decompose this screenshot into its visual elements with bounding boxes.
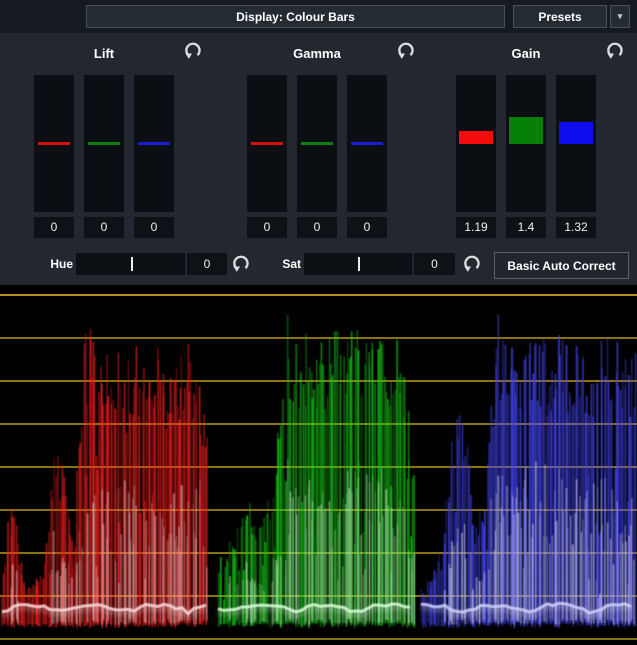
gamma-green-value[interactable]: 0 (297, 217, 337, 238)
section-lift: Lift 0 0 0 (0, 33, 212, 245)
section-title: Gamma (213, 46, 421, 61)
waveform-svg (0, 285, 637, 645)
reset-icon (396, 41, 416, 61)
slider-position-marker (131, 257, 133, 271)
slider-handle[interactable] (138, 142, 170, 145)
gamma-blue-value[interactable]: 0 (347, 217, 387, 238)
section-title: Lift (0, 46, 208, 61)
slider-handle[interactable] (251, 142, 283, 145)
gamma-blue-slider[interactable] (347, 75, 387, 212)
lift-reset-button[interactable] (182, 41, 204, 63)
sat-value[interactable]: 0 (414, 253, 455, 275)
gain-reset-button[interactable] (604, 41, 626, 63)
colour-correction-panel: Display: Colour Bars Presets ▾ Lift 0 0 … (0, 0, 637, 645)
reset-icon (231, 254, 251, 274)
hue-slider[interactable] (76, 253, 185, 275)
hue-value[interactable]: 0 (187, 253, 227, 275)
gain-red-value[interactable]: 1.19 (456, 217, 496, 238)
hue-label: Hue (28, 253, 73, 275)
slider-handle[interactable] (509, 117, 543, 144)
section-gain: Gain 1.19 1.4 1.32 (422, 33, 634, 245)
gain-green-value[interactable]: 1.4 (506, 217, 546, 238)
slider-handle[interactable] (559, 122, 593, 144)
gain-red-slider[interactable] (456, 75, 496, 212)
sat-reset-button[interactable] (461, 254, 483, 276)
slider-handle[interactable] (88, 142, 120, 145)
lift-red-slider[interactable] (34, 75, 74, 212)
lift-blue-slider[interactable] (134, 75, 174, 212)
display-mode-button[interactable]: Display: Colour Bars (86, 5, 505, 28)
reset-icon (462, 254, 482, 274)
sat-label: Sat (256, 253, 301, 275)
gamma-green-slider[interactable] (297, 75, 337, 212)
lift-blue-value[interactable]: 0 (134, 217, 174, 238)
sat-slider[interactable] (304, 253, 412, 275)
gain-blue-value[interactable]: 1.32 (556, 217, 596, 238)
hue-reset-button[interactable] (230, 254, 252, 276)
reset-icon (605, 41, 625, 61)
slider-handle[interactable] (459, 131, 493, 144)
gamma-reset-button[interactable] (395, 41, 417, 63)
reset-icon (183, 41, 203, 61)
section-title: Gain (422, 46, 630, 61)
gamma-red-slider[interactable] (247, 75, 287, 212)
gain-green-slider[interactable] (506, 75, 546, 212)
slider-position-marker (358, 257, 360, 271)
slider-handle[interactable] (351, 142, 383, 145)
lift-green-value[interactable]: 0 (84, 217, 124, 238)
slider-handle[interactable] (38, 142, 70, 145)
topbar: Display: Colour Bars Presets ▾ (0, 0, 637, 33)
slider-handle[interactable] (301, 142, 333, 145)
gamma-red-value[interactable]: 0 (247, 217, 287, 238)
waveform-scope (0, 285, 637, 645)
gain-blue-slider[interactable] (556, 75, 596, 212)
section-gamma: Gamma 0 0 0 (213, 33, 425, 245)
presets-button[interactable]: Presets (513, 5, 607, 28)
chevron-down-icon: ▾ (618, 11, 623, 22)
basic-auto-correct-button[interactable]: Basic Auto Correct (494, 252, 629, 279)
presets-dropdown-button[interactable]: ▾ (610, 5, 630, 28)
lift-red-value[interactable]: 0 (34, 217, 74, 238)
lift-green-slider[interactable] (84, 75, 124, 212)
